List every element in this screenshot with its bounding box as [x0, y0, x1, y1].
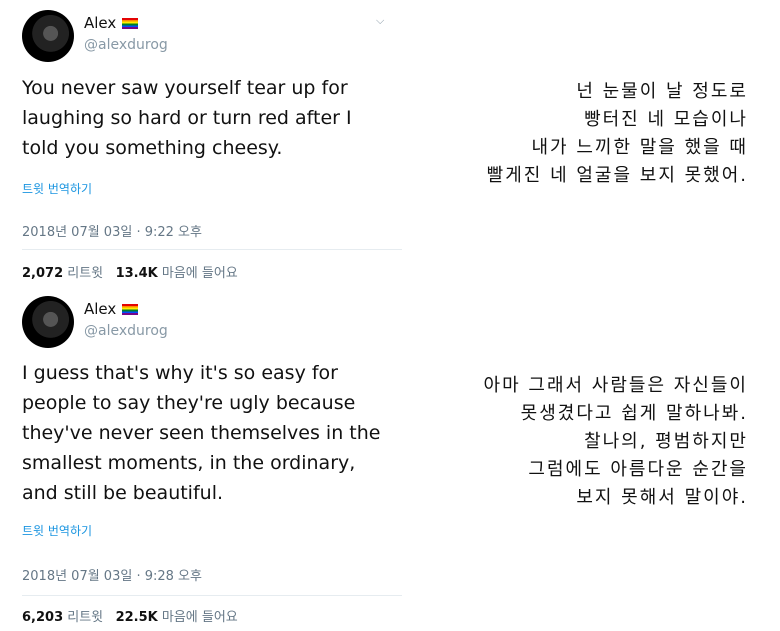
tweet-timestamp[interactable]: 2018년 07월 03일 · 9:22 오후 [22, 221, 202, 240]
tweet-stats: 2,072 리트윗 13.4K 마음에 들어요 [22, 262, 238, 281]
like-count[interactable]: 22.5K [116, 610, 158, 625]
korean-translation: 넌 눈물이 날 정도로 빵터진 네 모습이나 내가 느끼한 말을 했을 때 빨게… [486, 81, 748, 186]
display-name-text[interactable]: Alex [84, 14, 116, 32]
user-handle[interactable]: @alexdurog [84, 37, 168, 53]
display-name[interactable]: Alex [84, 300, 139, 318]
tweet-timestamp[interactable]: 2018년 07월 03일 · 9:28 오후 [22, 565, 202, 584]
like-count[interactable]: 13.4K [116, 266, 158, 281]
display-name[interactable]: Alex [84, 14, 139, 32]
translate-tweet-link[interactable]: 트윗 번역하기 [22, 522, 92, 539]
tweet-stats: 6,203 리트윗 22.5K 마음에 들어요 [22, 606, 238, 625]
user-handle[interactable]: @alexdurog [84, 323, 168, 339]
rainbow-flag-icon [122, 18, 139, 29]
like-label[interactable]: 마음에 들어요 [162, 610, 238, 625]
rainbow-flag-icon [122, 304, 139, 315]
divider [22, 595, 402, 596]
divider [22, 249, 402, 250]
like-label[interactable]: 마음에 들어요 [162, 266, 238, 281]
retweet-count[interactable]: 2,072 [22, 266, 63, 281]
tweet-text: I guess that's why it's so easy for peop… [22, 362, 381, 504]
retweet-count[interactable]: 6,203 [22, 610, 63, 625]
translate-tweet-link[interactable]: 트윗 번역하기 [22, 180, 92, 197]
tweet-text: You never saw yourself tear up for laugh… [22, 77, 352, 159]
retweet-label[interactable]: 리트윗 [67, 266, 103, 281]
display-name-text[interactable]: Alex [84, 300, 116, 318]
korean-translation: 아마 그래서 사람들은 자신들이 못생겼다고 쉽게 말하나봐. 찰나의, 평범하… [483, 375, 748, 508]
avatar[interactable] [22, 296, 74, 348]
chevron-down-icon[interactable]: ⌵ [376, 14, 388, 27]
retweet-label[interactable]: 리트윗 [67, 610, 103, 625]
avatar[interactable] [22, 10, 74, 62]
